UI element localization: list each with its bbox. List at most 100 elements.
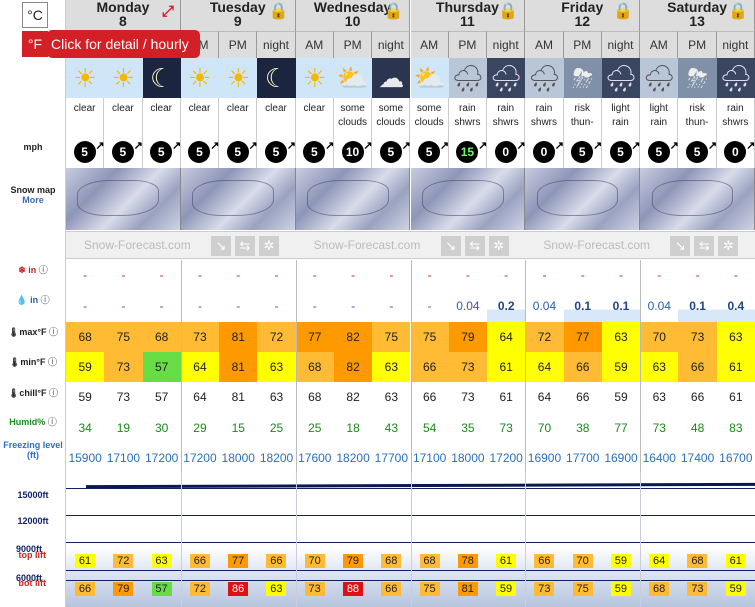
top-lift-temp: 79 (342, 554, 363, 568)
info-icon[interactable]: ⓘ (48, 417, 57, 427)
rain-night-icon: 🌧 (487, 58, 526, 98)
lock-icon[interactable]: 🔒 (613, 4, 633, 20)
max-cell: 82 (333, 322, 373, 352)
chill-cell: 61 (499, 390, 513, 404)
day-header-thursday[interactable]: Thursday 11 🔒 (410, 0, 526, 31)
time-of-day-night: night (601, 31, 641, 58)
snow-cell: - (542, 268, 547, 282)
info-icon[interactable]: ⓘ (41, 295, 50, 305)
humid-cell: 19 (116, 421, 131, 435)
day-header-saturday[interactable]: Saturday 13 🔒 (640, 0, 755, 31)
share-icon[interactable]: ↘ (670, 236, 691, 256)
wind-unit-label: mph (23, 142, 43, 152)
wind-speed-badge: 10 ↗ (341, 140, 373, 163)
top-lift-temp: 68 (381, 554, 402, 568)
moon-icon: ☾ (257, 58, 296, 98)
fahrenheit-toggle[interactable]: °F (22, 31, 48, 57)
freezing-cell: 16700 (719, 451, 753, 465)
day-separator (295, 291, 297, 322)
snow-map-thumbnail[interactable] (525, 168, 641, 230)
wind-cell: 0 ↗ (525, 136, 564, 168)
site-branding: Snow-Forecast.com (543, 238, 651, 252)
share-icon[interactable]: ↘ (440, 236, 461, 256)
day-header-wednesday[interactable]: Wednesday 10 🔒 (295, 0, 411, 31)
settings-icon[interactable]: ✲ (718, 236, 739, 256)
lock-icon[interactable]: 🔒 (269, 4, 289, 20)
day-header-friday[interactable]: Friday 12 🔒 (525, 0, 641, 31)
lock-icon[interactable]: 🔒 (384, 4, 404, 20)
wind-speed-badge: 0 ↗ (532, 140, 564, 163)
chill-cell: 81 (231, 390, 245, 404)
settings-icon[interactable]: ✲ (259, 236, 279, 256)
freezing-cell: 17200 (489, 451, 523, 465)
top-lift-temp: 59 (610, 554, 631, 568)
chill-cell: 63 (652, 390, 666, 404)
lock-icon[interactable]: 🔒 (728, 4, 748, 20)
max-temp-label: 🌡max°F ⓘ (7, 327, 59, 337)
snow-cell: - (695, 268, 700, 282)
day-separator (180, 382, 182, 413)
expand-icon[interactable]: ⤢ (162, 4, 174, 19)
refresh-icon[interactable]: ⇆ (694, 236, 715, 256)
min-temp-label: 🌡min°F ⓘ (8, 357, 58, 367)
wind-cell: 0 ↗ (717, 136, 755, 168)
cloud-night-icon: ☁ (372, 58, 411, 98)
max-cell: 81 (219, 322, 258, 352)
settings-icon[interactable]: ✲ (488, 236, 509, 256)
min-cell: 82 (333, 352, 373, 382)
lock-icon[interactable]: 🔒 (498, 4, 518, 20)
snow-cell: - (504, 268, 509, 282)
chill-cell: 61 (729, 390, 743, 404)
snow-map-thumbnail[interactable] (640, 168, 755, 230)
refresh-icon[interactable]: ⇆ (464, 236, 485, 256)
day-header-monday[interactable]: Monday 8 ⤢ (66, 0, 181, 31)
wind-arrow-icon: ↗ (171, 140, 182, 152)
day-separator (180, 413, 182, 444)
rain-cell: - (121, 299, 126, 313)
rain-cell: - (83, 299, 88, 313)
info-icon[interactable]: ⓘ (39, 265, 48, 275)
info-icon[interactable]: ⓘ (49, 388, 58, 398)
snow-map-thumbnail[interactable] (295, 168, 411, 230)
snow-map-thumbnail[interactable] (66, 168, 181, 230)
weather-description: some clouds (334, 98, 373, 136)
weather-description: rain shwrs (449, 98, 488, 136)
snow-label: ❄ in ⓘ (18, 265, 48, 275)
snow-map-label: Snow map (10, 185, 56, 195)
top-lift-temp: 70 (572, 554, 593, 568)
thunder-icon: ⛈ (678, 58, 717, 98)
rain-night-icon: 🌧 (716, 58, 755, 98)
day-separator (295, 322, 297, 352)
info-icon[interactable]: ⓘ (49, 327, 58, 337)
wind-arrow-icon: ↗ (669, 140, 679, 152)
day-separator (525, 382, 527, 413)
snow-map-more-link[interactable]: More (0, 195, 66, 205)
weather-description: some clouds (411, 98, 449, 136)
wind-arrow-icon: ↗ (746, 140, 755, 152)
day-separator (180, 352, 182, 382)
detail-hourly-tooltip[interactable]: Click for detail / hourly (47, 30, 200, 58)
freezing-cell: 15900 (68, 451, 102, 465)
day-separator (525, 260, 527, 291)
humidity-label: Humid% ⓘ (9, 417, 57, 427)
celsius-toggle[interactable]: °C (22, 2, 48, 28)
info-icon[interactable]: ⓘ (48, 357, 57, 367)
time-of-day-am: AM (295, 31, 334, 58)
snow-map-thumbnail[interactable] (410, 168, 526, 230)
humid-cell: 83 (729, 421, 743, 435)
rain-cell: - (427, 299, 432, 313)
bot-lift-temp: 66 (75, 582, 95, 596)
wind-cell: 5 ↗ (411, 136, 449, 168)
day-separator (525, 352, 527, 382)
snow-map-thumbnail[interactable] (180, 168, 296, 230)
max-cell: 77 (563, 322, 602, 352)
day-header-tuesday[interactable]: Tuesday 9 🔒 (180, 0, 296, 31)
refresh-icon[interactable]: ⇆ (235, 236, 255, 256)
site-branding: Snow-Forecast.com (84, 238, 191, 252)
humid-cell: 35 (461, 421, 475, 435)
rain-cell: 0.04 (647, 299, 671, 313)
share-icon[interactable]: ↘ (211, 236, 231, 256)
min-cell: 66 (410, 352, 449, 382)
wind-cell: 5 ↗ (640, 136, 679, 168)
thermometer-icon: 🌡 (7, 327, 20, 337)
